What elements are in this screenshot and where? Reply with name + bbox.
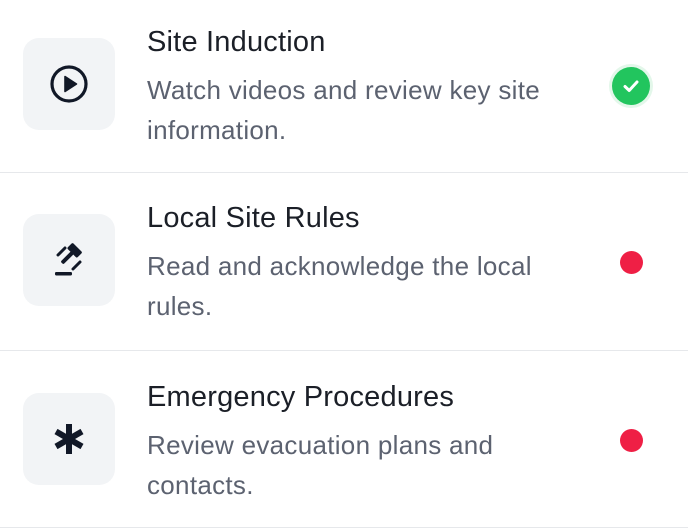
check-circle-icon — [612, 67, 650, 105]
status-indicator — [612, 421, 650, 459]
list-item-emergency-procedures[interactable]: Emergency Procedures Review evacuation p… — [0, 351, 688, 528]
item-description: Watch videos and review key site informa… — [147, 75, 541, 145]
asterisk-icon — [54, 424, 84, 454]
list-item-site-induction[interactable]: Site Induction Watch videos and review k… — [0, 0, 688, 173]
item-title: Local Site Rules — [147, 202, 360, 234]
pending-dot — [619, 250, 643, 274]
item-title: Emergency Procedures — [147, 381, 455, 413]
item-title: Site Induction — [147, 26, 326, 58]
pending-dot — [619, 428, 643, 452]
list-item-local-site-rules[interactable]: Local Site Rules Read and acknowledge th… — [0, 173, 688, 351]
icon-tile — [23, 38, 115, 130]
item-description: Review evacuation plans and contacts. — [147, 430, 494, 500]
gavel-icon — [55, 243, 82, 276]
status-indicator — [612, 243, 650, 281]
icon-tile — [23, 393, 115, 485]
play-circle-icon — [50, 65, 88, 103]
status-indicator — [612, 67, 650, 105]
icon-tile — [23, 214, 115, 306]
task-list: Site Induction Watch videos and review k… — [0, 0, 688, 528]
item-description: Read and acknowledge the local rules. — [147, 251, 532, 321]
